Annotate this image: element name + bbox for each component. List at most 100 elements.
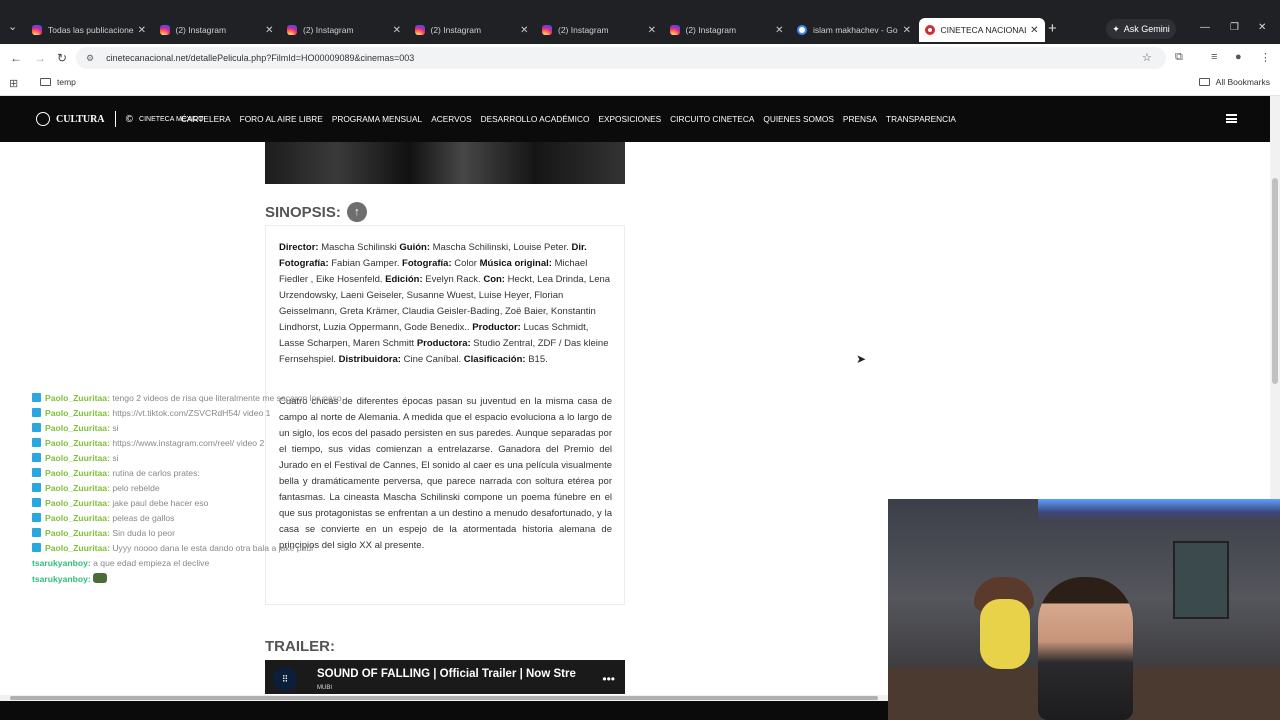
folder-icon — [40, 78, 51, 86]
site-info-icon[interactable]: ⚙ — [86, 53, 94, 64]
nav-link[interactable]: CARTELERA — [181, 114, 231, 124]
credit-label: Productor: — [472, 322, 521, 333]
chat-badge-icon — [32, 468, 41, 477]
forward-icon[interactable]: → — [34, 51, 46, 65]
chat-username: Paolo_Zuuritaa: — [45, 513, 110, 523]
chat-text: https://vt.tiktok.com/ZSVCRdH54/ video 1 — [112, 408, 271, 418]
profile-avatar-icon[interactable]: ● — [1235, 51, 1242, 63]
stream-chat-overlay: Paolo_Zuuritaa: tengo 2 videos de risa q… — [32, 393, 472, 589]
chat-message: Paolo_Zuuritaa: pelo rebelde — [32, 483, 472, 494]
browser-tab[interactable]: (2) Instagram ✕ — [154, 18, 280, 42]
close-tab-icon[interactable]: ✕ — [138, 25, 146, 36]
chat-text: Uyyy noooo dana le esta dando otra bala … — [112, 543, 314, 553]
back-icon[interactable]: ← — [10, 51, 22, 65]
chat-text: https://www.instagram.com/reel/ video 2 — [112, 438, 265, 448]
tab-title: (2) Instagram — [685, 25, 737, 35]
tab-title: (2) Instagram — [558, 25, 609, 35]
site-logo[interactable]: CULTURA © CINETECA MÉXICO — [36, 111, 204, 127]
tab-title: (2) Instagram — [303, 25, 354, 35]
address-bar-row: ← → ↻ ⚙ cinetecanacional.net/detallePeli… — [0, 44, 1280, 72]
chat-badge-icon — [32, 513, 41, 522]
nav-link[interactable]: CIRCUITO CINETECA — [670, 114, 754, 124]
chat-message: Paolo_Zuuritaa: Uyyy noooo dana le esta … — [32, 543, 472, 554]
tab-search-icon[interactable]: ⌄ — [8, 20, 17, 33]
nav-link[interactable]: EXPOSICIONES — [598, 114, 661, 124]
credit-label: Fotografía: — [402, 258, 452, 269]
close-tab-icon[interactable]: ✕ — [1030, 25, 1038, 36]
chat-message: Paolo_Zuuritaa: Sin duda lo peor — [32, 528, 472, 539]
chat-username: Paolo_Zuuritaa: — [45, 408, 110, 418]
nav-link[interactable]: ACERVOS — [431, 114, 471, 124]
browser-tab[interactable]: (2) Instagram ✕ — [409, 18, 535, 42]
credit-value: Color — [451, 258, 480, 269]
browser-tab[interactable]: (2) Instagram ✕ — [664, 18, 790, 42]
chat-username: Paolo_Zuuritaa: — [45, 528, 110, 538]
chat-text: pelo rebelde — [112, 483, 160, 493]
chat-badge-icon — [32, 423, 41, 432]
browser-tab[interactable]: Todas las publicaciones ✕ — [26, 18, 152, 42]
video-options-icon[interactable]: ••• — [602, 672, 615, 686]
nav-link[interactable]: PRENSA — [843, 114, 877, 124]
reload-icon[interactable]: ↻ — [57, 51, 67, 65]
close-tab-icon[interactable]: ✕ — [393, 25, 401, 36]
credit-value: Mascha Schilinski, Louise Peter. — [429, 242, 572, 253]
new-tab-button[interactable]: + — [1048, 20, 1057, 37]
browser-tab[interactable]: CINETECA NACIONAL ✕ — [918, 18, 1045, 42]
scrollbar-thumb[interactable] — [1272, 178, 1278, 384]
chat-username: Paolo_Zuuritaa: — [45, 423, 110, 433]
credit-value: Mascha Schilinski — [318, 242, 400, 253]
instagram-icon — [159, 25, 170, 35]
chat-username: Paolo_Zuuritaa: — [45, 453, 110, 463]
credit-value: Evelyn Rack. — [422, 274, 484, 285]
maximize-icon[interactable]: ❐ — [1230, 22, 1239, 33]
close-window-icon[interactable]: ✕ — [1258, 22, 1266, 33]
bookmark-star-icon[interactable]: ☆ — [1142, 51, 1152, 64]
nav-link[interactable]: FORO AL AIRE LIBRE — [240, 114, 323, 124]
browser-menu-icon[interactable]: ⋮ — [1260, 51, 1271, 64]
url-field[interactable]: ⚙ cinetecanacional.net/detallePelicula.p… — [76, 47, 1166, 69]
bookmarks-bar: ⊞ temp All Bookmarks — [0, 72, 1280, 96]
browser-tab[interactable]: (2) Instagram ✕ — [536, 18, 662, 42]
tab-title: Todas las publicaciones — [48, 25, 134, 35]
browser-tab[interactable]: islam makhachev - Go ✕ — [791, 18, 917, 42]
all-bookmarks-button[interactable]: All Bookmarks — [1198, 77, 1270, 87]
chat-username: Paolo_Zuuritaa: — [45, 543, 110, 553]
scrollbar-thumb[interactable] — [10, 696, 878, 700]
trailer-video-player[interactable]: ⠿ SOUND OF FALLING | Official Trailer | … — [265, 660, 625, 694]
nav-link[interactable]: DESARROLLO ACADÉMICO — [481, 114, 590, 124]
close-tab-icon[interactable]: ✕ — [648, 25, 656, 36]
minimize-icon[interactable]: — — [1200, 22, 1210, 33]
extensions-icon[interactable]: ⧉ — [1175, 51, 1183, 64]
video-title[interactable]: SOUND OF FALLING | Official Trailer | No… — [317, 668, 576, 680]
nav-link[interactable]: QUIENES SOMOS — [763, 114, 834, 124]
channel-avatar-icon[interactable]: ⠿ — [273, 667, 297, 691]
nav-link[interactable]: TRANSPARENCIA — [886, 114, 956, 124]
close-tab-icon[interactable]: ✕ — [903, 25, 911, 36]
tab-title: (2) Instagram — [430, 25, 482, 35]
hamburger-menu-icon[interactable] — [1226, 114, 1237, 123]
credit-label: Guión: — [399, 242, 430, 253]
close-tab-icon[interactable]: ✕ — [520, 25, 528, 36]
site-navbar: CULTURA © CINETECA MÉXICO CARTELERA FORO … — [0, 96, 1270, 142]
ask-gemini-button[interactable]: ✦ Ask Gemini — [1106, 19, 1176, 39]
credit-value: Fabian Gamper. — [328, 258, 403, 269]
media-controls-icon[interactable]: ≡ — [1211, 51, 1217, 63]
browser-tab[interactable]: (2) Instagram ✕ — [281, 18, 407, 42]
instagram-icon — [32, 25, 42, 35]
main-menu: CARTELERA FORO AL AIRE LIBRE PROGRAMA MENS… — [181, 114, 956, 124]
nav-link[interactable]: PROGRAMA MENSUAL — [332, 114, 422, 124]
chat-badge-icon — [32, 453, 41, 462]
bookmark-folder-temp[interactable]: temp — [40, 77, 76, 87]
credit-label: Música original: — [479, 258, 552, 269]
chat-text: peleas de gallos — [112, 513, 175, 523]
chat-username: Paolo_Zuuritaa: — [45, 393, 110, 403]
apps-grid-icon[interactable]: ⊞ — [9, 77, 18, 90]
chat-text: si — [112, 453, 119, 463]
close-tab-icon[interactable]: ✕ — [775, 25, 783, 36]
chat-message: Paolo_Zuuritaa: si — [32, 453, 472, 464]
close-tab-icon[interactable]: ✕ — [265, 25, 273, 36]
led-strip-light — [1038, 499, 1280, 521]
chat-text: tengo 2 videos de risa que literalmente … — [112, 393, 342, 403]
chat-username: Paolo_Zuuritaa: — [45, 468, 110, 478]
scroll-up-icon[interactable]: ↑ — [346, 202, 367, 222]
